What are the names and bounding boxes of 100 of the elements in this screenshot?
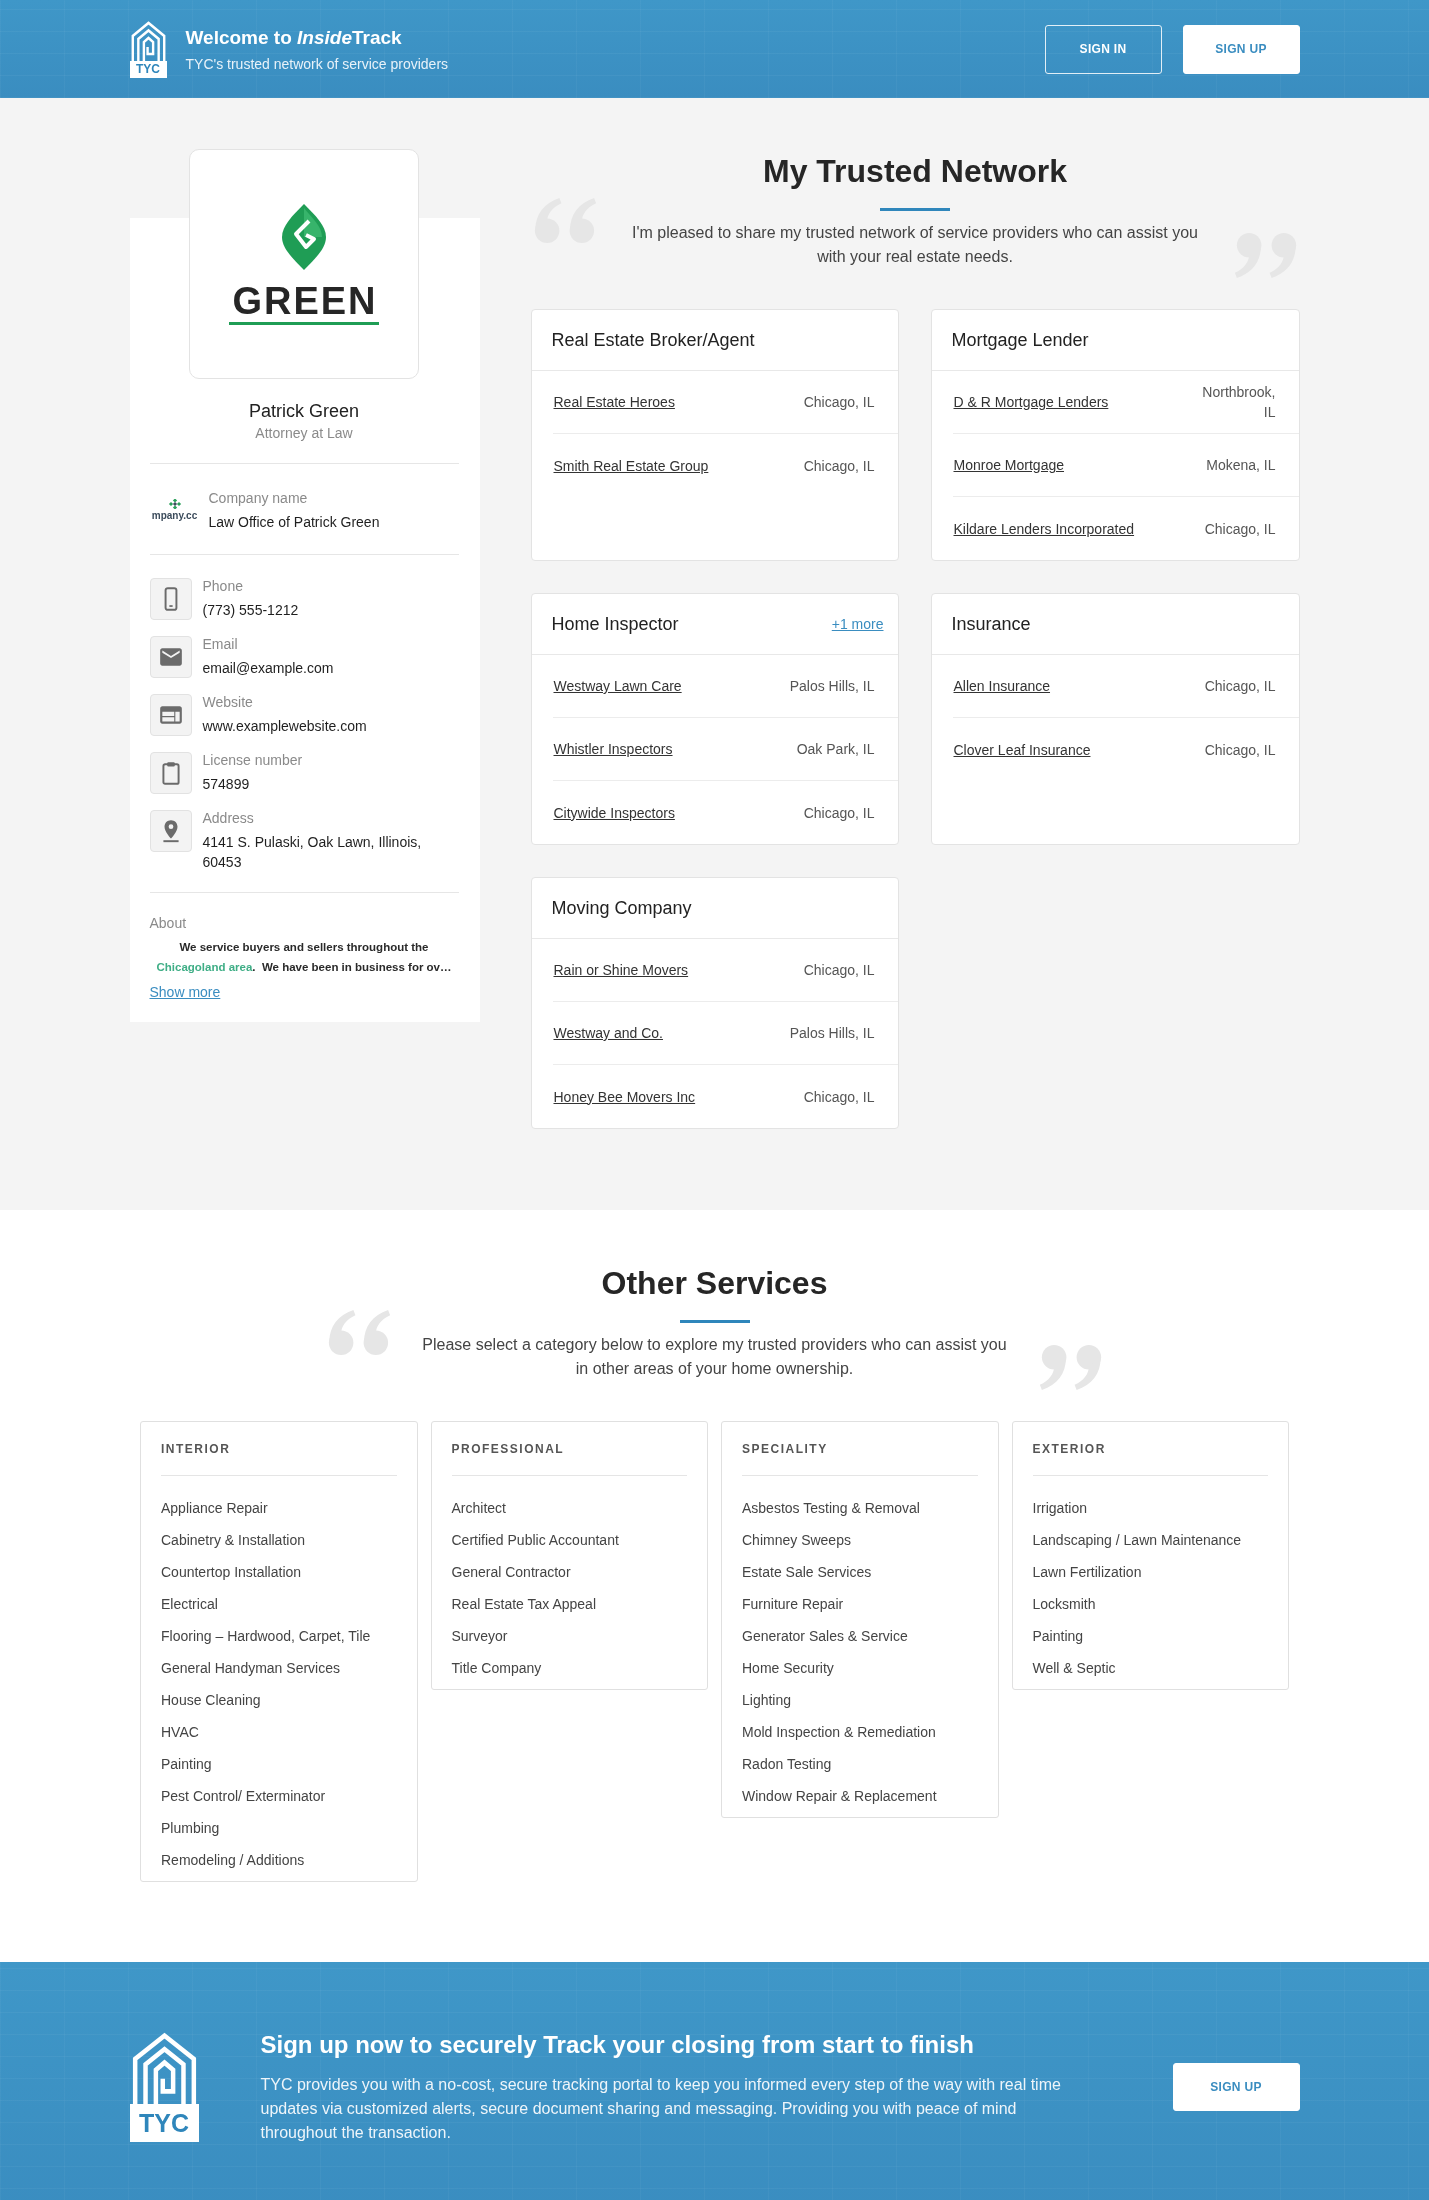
category-link[interactable]: Plumbing: [161, 1817, 220, 1839]
category-link[interactable]: Countertop Installation: [161, 1561, 302, 1583]
section-title: My Trusted Network: [761, 152, 1069, 191]
about-text: We service buyers and sellers throughout the Chicagoland area. We have been in business for ov…: [155, 940, 453, 975]
provider-link[interactable]: Honey Bee Movers Inc: [553, 1086, 696, 1107]
title-accent-bar: [679, 1320, 750, 1323]
category-link[interactable]: Chimney Sweeps: [742, 1529, 851, 1551]
provider-location: Palos Hills, IL: [789, 677, 875, 696]
field-label: License number: [202, 751, 304, 770]
profile-name: Patrick Green: [247, 400, 360, 423]
category-link[interactable]: Lighting: [742, 1689, 792, 1711]
category-link[interactable]: Irrigation: [1032, 1497, 1087, 1519]
sign-up-button[interactable]: SIGN UP: [1172, 2062, 1300, 2111]
leaf-icon: [282, 203, 326, 270]
provider-location: Northbrook, IL: [1201, 383, 1276, 422]
provider-link[interactable]: D & R Mortgage Lenders: [953, 392, 1109, 412]
provider-location: Chicago, IL: [1204, 740, 1276, 760]
category-link[interactable]: Title Company: [451, 1657, 542, 1679]
field-label: Phone: [202, 577, 244, 596]
category-link[interactable]: Window Repair & Replacement: [742, 1785, 937, 1807]
card-title: Insurance: [951, 613, 1031, 636]
provider-location: Chicago, IL: [803, 1087, 875, 1107]
footer-title: Sign up now to securely Track your closing from start to finish: [260, 2029, 975, 2060]
category-link[interactable]: Generator Sales & Service: [742, 1625, 908, 1647]
provider-location: Chicago, IL: [803, 456, 875, 476]
map-pin-icon: [149, 810, 192, 852]
category-link[interactable]: Lawn Fertilization: [1032, 1561, 1142, 1583]
category-link[interactable]: Real Estate Tax Appeal: [451, 1593, 596, 1615]
field-value: 4141 S. Pulaski, Oak Lawn, Illinois, 60453: [202, 833, 423, 872]
category-link[interactable]: General Contractor: [451, 1561, 571, 1583]
field-label: Address: [202, 809, 255, 828]
field-label: Company name: [208, 489, 309, 508]
category-link[interactable]: Architect: [451, 1497, 506, 1519]
field-value: www.examplewebsite.com: [202, 717, 368, 736]
category-link[interactable]: House Cleaning: [161, 1689, 261, 1711]
category-link[interactable]: Electrical: [161, 1593, 218, 1615]
provider-location: Chicago, IL: [803, 803, 875, 823]
category-link[interactable]: Landscaping / Lawn Maintenance: [1032, 1529, 1242, 1551]
section-label: About: [149, 914, 188, 933]
field-label: Email: [202, 635, 239, 654]
provider-link[interactable]: Clover Leaf Insurance: [953, 739, 1091, 760]
category-link[interactable]: Cabinetry & Installation: [161, 1529, 305, 1551]
provider-location: Chicago, IL: [803, 393, 875, 412]
browser-window-icon: [149, 694, 192, 736]
card-title: Real Estate Broker/Agent: [551, 329, 755, 352]
profile-title: Attorney at Law: [254, 424, 354, 443]
site-subtitle: TYC's trusted network of service providers: [185, 54, 449, 74]
open-quote-icon: [326, 1308, 391, 1356]
provider-link[interactable]: Smith Real Estate Group: [553, 455, 709, 476]
provider-link[interactable]: Monroe Mortgage: [953, 455, 1064, 475]
title-accent-bar: [880, 208, 950, 211]
category-link[interactable]: Home Security: [742, 1657, 834, 1679]
provider-location: Oak Park, IL: [796, 740, 875, 759]
provider-link[interactable]: Westway Lawn Care: [553, 676, 682, 696]
provider-link[interactable]: Real Estate Heroes: [553, 392, 675, 412]
provider-location: Palos Hills, IL: [789, 1024, 875, 1043]
category-link[interactable]: Painting: [1032, 1625, 1084, 1647]
category-link[interactable]: Appliance Repair: [161, 1497, 268, 1519]
category-link[interactable]: HVAC: [161, 1721, 199, 1743]
intro-text: Please select a category below to explore my trusted providers who can assist you in other areas of your home ownership.: [421, 1335, 1008, 1379]
more-link[interactable]: +1 more: [831, 616, 884, 632]
category-link[interactable]: Asbestos Testing & Removal: [742, 1497, 920, 1519]
provider-link[interactable]: Allen Insurance: [953, 676, 1050, 696]
show-more-link[interactable]: Show more: [149, 982, 221, 1002]
category-link[interactable]: Surveyor: [451, 1625, 508, 1647]
field-value: Law Office of Patrick Green: [208, 513, 380, 532]
header-button[interactable]: SIGN UP: [1182, 24, 1300, 74]
provider-location: Chicago, IL: [1204, 519, 1276, 539]
logo-label: TYC: [129, 2103, 199, 2142]
category-link[interactable]: Painting: [161, 1753, 212, 1775]
field-value: 574899: [202, 775, 251, 794]
category-link[interactable]: Locksmith: [1032, 1593, 1096, 1615]
category-link[interactable]: Furniture Repair: [742, 1593, 844, 1615]
category-link[interactable]: Well & Septic: [1032, 1657, 1116, 1679]
category-link[interactable]: Estate Sale Services: [742, 1561, 872, 1583]
category-link[interactable]: Mold Inspection & Remediation: [742, 1721, 936, 1743]
card-title: Mortgage Lender: [951, 329, 1089, 352]
provider-location: Chicago, IL: [803, 961, 875, 980]
category-link[interactable]: Radon Testing: [742, 1753, 832, 1775]
provider-link[interactable]: Kildare Lenders Incorporated: [953, 518, 1135, 539]
clipboard-icon: [149, 752, 192, 794]
house-logo-icon: [129, 20, 167, 61]
provider-link[interactable]: Citywide Inspectors: [553, 802, 675, 823]
card-title: Moving Company: [551, 897, 692, 920]
provider-link[interactable]: Westway and Co.: [553, 1023, 663, 1043]
section-title: Other Services: [600, 1264, 829, 1303]
provider-location: Mokena, IL: [1206, 456, 1276, 475]
category-link[interactable]: Certified Public Accountant: [451, 1529, 619, 1551]
category-link[interactable]: Flooring – Hardwood, Carpet, Tile: [161, 1625, 371, 1647]
phone-icon: [149, 578, 192, 620]
company-logo-text: mpany.cc: [151, 509, 198, 522]
category-heading: PROFESSIONAL: [451, 1441, 566, 1457]
provider-location: Chicago, IL: [1204, 677, 1276, 696]
category-link[interactable]: General Handyman Services: [161, 1657, 340, 1679]
site-title: Welcome to InsideTrack: [185, 25, 403, 50]
provider-link[interactable]: Rain or Shine Movers: [553, 960, 689, 980]
category-link[interactable]: Pest Control/ Exterminator: [161, 1785, 326, 1807]
category-link[interactable]: Remodeling / Additions: [161, 1849, 305, 1871]
close-quote-icon: [1038, 1344, 1103, 1392]
provider-link[interactable]: Whistler Inspectors: [553, 739, 673, 759]
